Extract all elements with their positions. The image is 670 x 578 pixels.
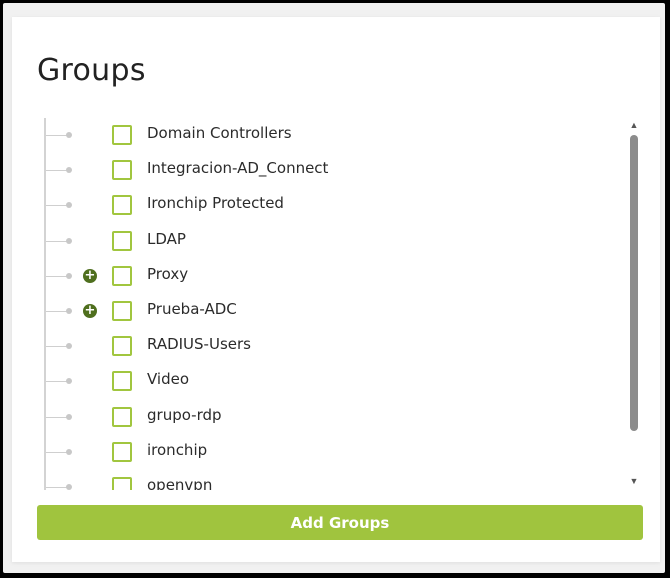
group-checkbox[interactable] <box>112 477 132 490</box>
tree-item[interactable]: + Prueba-ADC <box>32 294 627 329</box>
tree-branch-line <box>46 275 68 277</box>
group-checkbox[interactable] <box>112 301 132 321</box>
group-label: Prueba-ADC <box>147 300 237 318</box>
tree-branch-line <box>46 346 68 348</box>
tree-branch-line <box>46 487 68 488</box>
tree-node-dot <box>66 132 72 138</box>
group-checkbox[interactable] <box>112 336 132 357</box>
scroll-down-icon[interactable]: ▼ <box>629 477 639 486</box>
tree-branch-line <box>46 240 68 242</box>
tree-node-dot <box>66 343 72 350</box>
tree-item[interactable]: Integracion-AD_Connect <box>32 153 627 188</box>
tree-node-dot <box>66 272 72 279</box>
tree-item[interactable]: RADIUS-Users <box>32 329 627 364</box>
tree-branch-line <box>46 381 68 383</box>
group-checkbox[interactable] <box>112 125 132 145</box>
group-checkbox[interactable] <box>112 195 132 216</box>
group-checkbox[interactable] <box>112 265 132 286</box>
tree-item[interactable]: openvpn <box>32 470 627 490</box>
tree-branch-line <box>46 451 68 453</box>
expand-icon[interactable]: + <box>83 268 97 283</box>
tree-node-dot <box>66 448 72 455</box>
tree-node-dot <box>66 413 72 420</box>
group-label: grupo-rdp <box>147 405 222 424</box>
tree-branch-line <box>46 311 68 312</box>
groups-panel: Groups Domain Controllers Integracion-AD_… <box>12 17 660 562</box>
tree-branch-line <box>46 205 68 207</box>
group-label: Integracion-AD_Connect <box>147 159 329 178</box>
scrollbar-thumb[interactable] <box>630 135 638 431</box>
group-checkbox[interactable] <box>112 371 132 392</box>
tree-item[interactable]: grupo-rdp <box>32 400 627 435</box>
group-tree[interactable]: Domain Controllers Integracion-AD_Connect… <box>32 118 627 490</box>
expand-icon[interactable]: + <box>83 304 97 318</box>
group-label: Proxy <box>147 264 189 283</box>
group-checkbox[interactable] <box>112 406 132 427</box>
group-label: ironchip <box>147 440 208 459</box>
group-label: Video <box>147 370 190 389</box>
group-label: openvpn <box>147 476 213 490</box>
tree-node-dot <box>66 484 72 490</box>
group-checkbox[interactable] <box>112 230 132 251</box>
tree-branch-line <box>46 170 68 172</box>
group-label: Ironchip Protected <box>147 194 284 213</box>
group-checkbox[interactable] <box>112 160 132 181</box>
tree-item[interactable]: + Proxy <box>32 259 627 294</box>
tree-node-dot <box>66 202 72 209</box>
tree-item[interactable]: Ironchip Protected <box>32 188 627 223</box>
page-title: Groups <box>37 53 146 88</box>
add-groups-button[interactable]: Add Groups <box>37 505 643 540</box>
window-frame: Groups Domain Controllers Integracion-AD_… <box>3 3 665 573</box>
tree-branch-line <box>46 135 68 136</box>
tree-item[interactable]: LDAP <box>32 224 627 259</box>
tree-item[interactable]: Domain Controllers <box>32 118 627 153</box>
scroll-up-icon[interactable]: ▲ <box>629 121 639 130</box>
tree-node-dot <box>66 167 72 174</box>
tree-branch-line <box>46 416 68 418</box>
tree-node-dot <box>66 308 72 314</box>
tree-item[interactable]: Video <box>32 364 627 399</box>
group-label: Domain Controllers <box>147 124 292 142</box>
tree-node-dot <box>66 378 72 385</box>
group-label: LDAP <box>147 229 186 248</box>
tree-item[interactable]: ironchip <box>32 435 627 470</box>
group-checkbox[interactable] <box>112 441 132 462</box>
group-label: RADIUS-Users <box>147 335 251 354</box>
tree-node-dot <box>66 237 72 244</box>
